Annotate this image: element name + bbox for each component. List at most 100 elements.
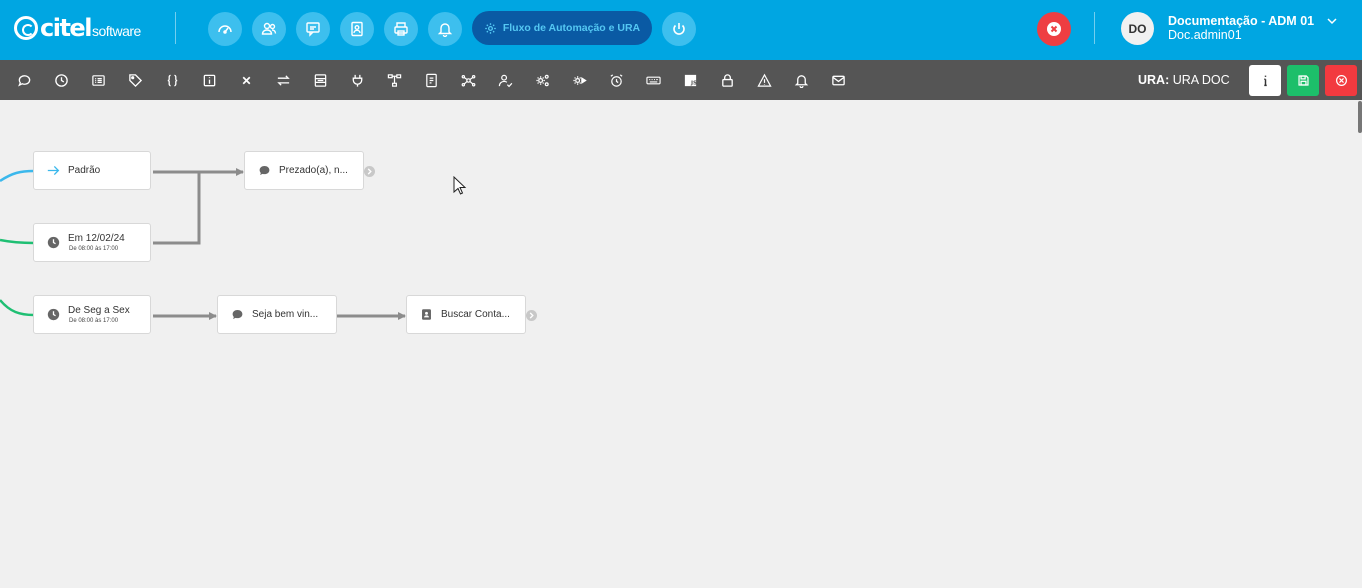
tool-run-process[interactable]	[570, 71, 588, 89]
flow-node-message-prezado[interactable]: Prezado(a), n...	[244, 151, 364, 190]
header-divider	[175, 12, 176, 44]
svg-text:JS: JS	[689, 80, 696, 86]
clock-icon	[46, 308, 60, 322]
keyboard-icon	[645, 76, 661, 84]
incoming-connection	[0, 169, 35, 183]
alert-close-button[interactable]	[1037, 12, 1071, 46]
transfer-icon	[276, 74, 290, 86]
plug-icon	[352, 74, 362, 87]
tool-document[interactable]	[422, 71, 440, 89]
node-label: Prezado(a), n...	[279, 165, 348, 176]
print-button[interactable]	[384, 12, 418, 46]
node-sublabel: De 08:00 às 17:00	[69, 246, 119, 252]
save-icon	[1297, 75, 1309, 86]
top-bar: citel software Fluxo de Automação e URA …	[0, 0, 1362, 60]
tool-queue[interactable]	[311, 71, 329, 89]
close-icon	[242, 76, 250, 84]
info-icon	[1263, 75, 1267, 87]
arrow-right-icon	[46, 164, 60, 178]
document-icon	[425, 73, 437, 87]
tool-agent[interactable]	[496, 71, 514, 89]
users-icon	[261, 22, 277, 35]
tool-network[interactable]	[459, 71, 477, 89]
settings-gear-icon	[535, 74, 549, 86]
user-check-icon	[498, 74, 512, 87]
incoming-connection	[0, 238, 35, 245]
tool-keypad[interactable]	[644, 71, 662, 89]
message-icon	[230, 308, 244, 322]
tool-alarm[interactable]	[607, 71, 625, 89]
bell-icon	[437, 23, 453, 37]
mail-icon	[831, 75, 845, 85]
gear-play-icon	[572, 75, 587, 85]
power-icon	[673, 23, 685, 35]
notifications-button[interactable]	[428, 12, 462, 46]
ura-value: URA DOC	[1172, 73, 1230, 87]
node-label: Seja bem vin...	[252, 309, 319, 320]
flow-canvas[interactable]	[0, 100, 1362, 588]
flow-node-search-contact[interactable]: Buscar Conta...	[406, 295, 526, 334]
js-icon: JS	[684, 74, 697, 86]
tool-lock[interactable]	[718, 71, 736, 89]
header-divider	[1094, 12, 1095, 44]
form-icon	[91, 74, 105, 86]
cancel-icon	[1335, 75, 1347, 86]
message-icon	[17, 74, 30, 87]
contacts-button[interactable]	[340, 12, 374, 46]
tool-javascript[interactable]: JS	[681, 71, 699, 89]
chevron-down-icon[interactable]	[1326, 16, 1338, 26]
node-label: Padrão	[68, 165, 101, 176]
save-button[interactable]	[1287, 65, 1319, 96]
printer-icon	[394, 22, 408, 36]
node-sublabel: De 08:00 às 17:00	[69, 318, 119, 324]
alarm-icon	[610, 73, 622, 87]
tool-message[interactable]	[15, 71, 33, 89]
contact-card-icon	[351, 21, 363, 37]
automation-ivr-module-button[interactable]: Fluxo de Automação e URA	[472, 11, 652, 45]
node-label: De Seg a Sex	[68, 305, 130, 316]
tool-variables[interactable]	[163, 71, 181, 89]
info-box-icon	[203, 74, 215, 86]
tool-tag[interactable]	[126, 71, 144, 89]
tool-end[interactable]	[237, 71, 255, 89]
logo-mark-icon	[14, 16, 38, 40]
avatar[interactable]: DO	[1121, 12, 1154, 45]
chat-button[interactable]	[296, 12, 330, 46]
clock-icon	[46, 236, 60, 250]
tool-integration[interactable]	[348, 71, 366, 89]
lock-icon	[721, 73, 733, 87]
tool-settings[interactable]	[533, 71, 551, 89]
logo-text: citel	[40, 14, 92, 42]
citel-logo[interactable]: citel software	[14, 13, 141, 43]
flow-node-date-rule[interactable]: Em 12/02/24 De 08:00 às 17:00	[33, 223, 151, 262]
close-circle-icon	[1047, 22, 1061, 36]
tool-transfer[interactable]	[274, 71, 292, 89]
chat-icon	[306, 22, 320, 37]
node-output-port[interactable]	[526, 310, 537, 321]
tool-schedule[interactable]	[52, 71, 70, 89]
gear-icon	[485, 22, 496, 34]
logo-subtext: software	[91, 23, 141, 39]
ura-key: URA:	[1138, 73, 1170, 87]
dashboard-button[interactable]	[208, 12, 242, 46]
flow-node-padrao[interactable]: Padrão	[33, 151, 151, 190]
node-output-port[interactable]	[364, 166, 375, 177]
tool-form[interactable]	[89, 71, 107, 89]
node-label: Em 12/02/24	[68, 233, 125, 244]
cancel-button[interactable]	[1325, 65, 1357, 96]
logout-button[interactable]	[662, 12, 696, 46]
tool-email[interactable]	[829, 71, 847, 89]
braces-icon	[167, 74, 177, 86]
info-button[interactable]	[1249, 65, 1281, 96]
tool-notification[interactable]	[792, 71, 810, 89]
tool-warning[interactable]	[755, 71, 773, 89]
clock-icon	[54, 73, 68, 87]
tool-tree[interactable]	[385, 71, 403, 89]
users-button[interactable]	[252, 12, 286, 46]
user-name[interactable]: Documentação - ADM 01	[1168, 14, 1314, 28]
flow-node-weekday-rule[interactable]: De Seg a Sex De 08:00 às 17:00	[33, 295, 151, 334]
flow-node-message-seja[interactable]: Seja bem vin...	[217, 295, 337, 334]
queue-icon	[314, 73, 326, 87]
incoming-connection	[0, 299, 35, 317]
tool-info[interactable]	[200, 71, 218, 89]
